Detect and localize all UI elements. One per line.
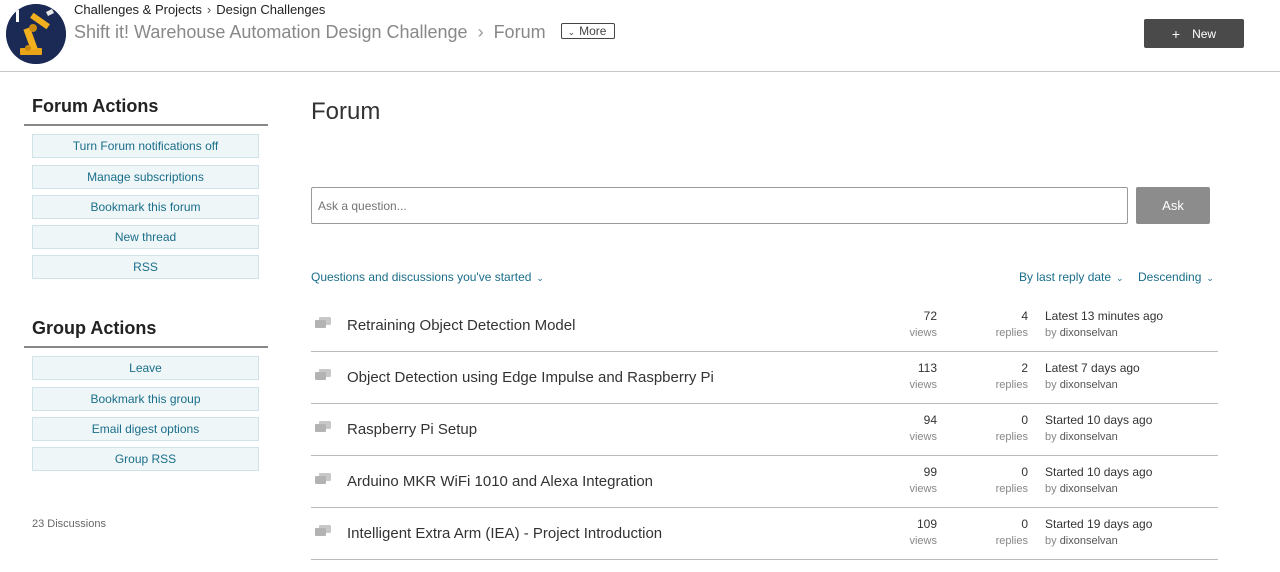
sort-by-label: By last reply date [1019,270,1112,284]
thread-by-label: by [1045,483,1057,495]
started-filter-dropdown[interactable]: Questions and discussions you've started… [311,270,544,284]
discussion-bubbles-icon [315,525,331,536]
thread-by-label: by [1045,431,1057,443]
thread-latest-activity[interactable]: Started 10 days ago [1045,465,1152,479]
thread-views-count: 94 [923,413,937,427]
group-actions-heading: Group Actions [32,318,157,338]
thread-by-label: by [1045,379,1057,391]
breadcrumb: Challenges & Projects › Design Challenges [74,2,325,17]
discussion-bubbles-icon [315,369,331,380]
page-header: Challenges & Projects › Design Challenges … [0,0,1280,72]
thread-views-count: 99 [923,465,937,479]
leave-group-button[interactable]: Leave [32,356,259,380]
breadcrumb-separator-icon: › [206,2,212,17]
thread-by-label: by [1045,327,1057,339]
more-button-label: More [579,24,607,38]
thread-byline: by dixonselvan [1045,379,1118,391]
title-separator-icon: › [477,22,484,42]
sort-order-dropdown[interactable]: Descending ⌄ [1138,270,1214,284]
chevron-down-icon: ⌄ [536,273,544,283]
thread-row[interactable]: Raspberry Pi Setup 94 views 0 replies St… [311,404,1218,456]
thread-row[interactable]: Intelligent Extra Arm (IEA) - Project In… [311,508,1218,560]
page-heading-row: Shift it! Warehouse Automation Design Ch… [74,22,616,43]
thread-latest-activity[interactable]: Started 10 days ago [1045,413,1152,427]
turn-notifications-off-button[interactable]: Turn Forum notifications off [32,134,259,158]
thread-replies-label: replies [995,431,1028,443]
thread-author-link[interactable]: dixonselvan [1060,327,1118,339]
thread-replies-label: replies [995,379,1028,391]
thread-row[interactable]: Arduino MKR WiFi 1010 and Alexa Integrat… [311,456,1218,508]
thread-views-label: views [909,483,937,495]
thread-title-link[interactable]: Intelligent Extra Arm (IEA) - Project In… [347,525,662,542]
bookmark-forum-button[interactable]: Bookmark this forum [32,195,259,219]
thread-title-link[interactable]: Raspberry Pi Setup [347,421,477,438]
email-digest-options-button[interactable]: Email digest options [32,417,259,441]
thread-row[interactable]: Retraining Object Detection Model 72 vie… [311,300,1218,352]
thread-author-link[interactable]: dixonselvan [1060,535,1118,547]
sort-by-dropdown[interactable]: By last reply date ⌄ [1019,270,1124,284]
thread-latest-activity[interactable]: Latest 13 minutes ago [1045,309,1163,323]
thread-author-link[interactable]: dixonselvan [1060,379,1118,391]
chevron-down-icon: ⌄ [567,27,576,37]
thread-author-link[interactable]: dixonselvan [1060,483,1118,495]
ask-question-input[interactable] [311,187,1128,224]
ask-button[interactable]: Ask [1136,187,1210,224]
discussion-count: 23 Discussions [32,518,106,530]
thread-views-label: views [909,431,937,443]
thread-replies-count: 4 [1021,309,1028,323]
thread-title-link[interactable]: Arduino MKR WiFi 1010 and Alexa Integrat… [347,473,653,490]
thread-title-link[interactable]: Retraining Object Detection Model [347,317,575,334]
bookmark-group-button[interactable]: Bookmark this group [32,387,259,411]
thread-views-count: 113 [917,361,937,375]
discussion-bubbles-icon [315,473,331,484]
thread-title-link[interactable]: Object Detection using Edge Impulse and … [347,369,714,386]
thread-byline: by dixonselvan [1045,483,1118,495]
thread-latest-activity[interactable]: Started 19 days ago [1045,517,1152,531]
more-button[interactable]: ⌄ More [560,23,616,39]
plus-icon: + [1171,25,1181,42]
manage-subscriptions-button[interactable]: Manage subscriptions [32,165,259,189]
breadcrumb-design-challenges[interactable]: Design Challenges [216,2,325,17]
thread-views-count: 72 [923,309,937,323]
new-button-label: New [1192,26,1217,41]
thread-replies-count: 0 [1021,465,1028,479]
group-logo[interactable] [6,4,66,64]
thread-replies-label: replies [995,327,1028,339]
thread-replies-count: 2 [1021,361,1028,375]
thread-byline: by dixonselvan [1045,431,1118,443]
thread-latest-activity[interactable]: Latest 7 days ago [1045,361,1140,375]
new-thread-button[interactable]: New thread [32,225,259,249]
forum-actions-divider [24,124,268,126]
robot-arm-logo-icon [6,4,66,64]
group-title-link[interactable]: Shift it! Warehouse Automation Design Ch… [74,22,468,42]
page-title: Forum [311,98,381,125]
thread-views-label: views [909,327,937,339]
thread-views-label: views [909,535,937,547]
chevron-down-icon: ⌄ [1206,273,1214,283]
discussion-bubbles-icon [315,317,331,328]
thread-replies-label: replies [995,483,1028,495]
started-filter-label: Questions and discussions you've started [311,270,532,284]
thread-row[interactable]: Object Detection using Edge Impulse and … [311,352,1218,404]
discussion-bubbles-icon [315,421,331,432]
thread-byline: by dixonselvan [1045,327,1118,339]
breadcrumb-challenges-projects[interactable]: Challenges & Projects [74,2,202,17]
thread-views-count: 109 [916,517,937,531]
group-rss-button[interactable]: Group RSS [32,447,259,471]
thread-replies-count: 0 [1021,517,1028,531]
chevron-down-icon: ⌄ [1116,273,1124,283]
thread-replies-label: replies [995,535,1028,547]
group-actions-divider [24,346,268,348]
thread-views-label: views [909,379,937,391]
thread-replies-count: 0 [1021,413,1028,427]
sort-order-label: Descending [1138,270,1202,284]
thread-byline: by dixonselvan [1045,535,1118,547]
forum-actions-heading: Forum Actions [32,96,159,116]
thread-by-label: by [1045,535,1057,547]
thread-author-link[interactable]: dixonselvan [1060,431,1118,443]
section-title-link[interactable]: Forum [494,22,546,42]
rss-button[interactable]: RSS [32,255,259,279]
new-button[interactable]: + New [1144,19,1244,48]
